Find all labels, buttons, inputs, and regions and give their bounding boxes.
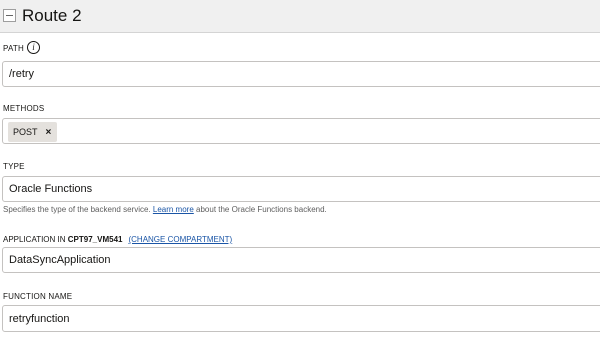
route-header: Route 2 (0, 0, 600, 33)
close-icon[interactable]: × (46, 127, 52, 138)
methods-label: METHODS (3, 104, 45, 113)
path-input-value: /retry (9, 68, 35, 80)
methods-multiselect[interactable]: POST × (2, 118, 600, 144)
route-title: Route 2 (22, 6, 82, 25)
function-name-select[interactable]: retryfunction (2, 305, 600, 332)
help-suffix: about the Oracle Functions backend. (193, 205, 327, 214)
learn-more-link[interactable]: Learn more (153, 205, 194, 214)
function-name-value: retryfunction (9, 313, 70, 325)
change-compartment-link[interactable]: (CHANGE COMPARTMENT) (128, 235, 232, 244)
path-input[interactable]: /retry (2, 61, 600, 87)
help-prefix: Specifies the type of the backend servic… (3, 205, 153, 214)
application-select[interactable]: DataSyncApplication (2, 247, 600, 273)
application-label: APPLICATION IN CPT97_VM541 (CHANGE COMPAR… (3, 235, 232, 244)
method-tag-post: POST × (8, 122, 58, 142)
minus-icon-bar (6, 15, 13, 16)
path-label: PATH (3, 44, 24, 53)
type-label: TYPE (3, 162, 25, 171)
type-select-value: Oracle Functions (9, 183, 93, 195)
application-label-prefix: APPLICATION IN (3, 235, 68, 244)
compartment-name: CPT97_VM541 (67, 235, 123, 244)
info-icon[interactable]: i (27, 41, 40, 54)
collapse-minus-icon[interactable] (3, 9, 16, 22)
function-name-label: FUNCTION NAME (3, 292, 73, 301)
application-select-value: DataSyncApplication (9, 254, 111, 266)
method-tag-label: POST (13, 127, 38, 137)
type-help-text: Specifies the type of the backend servic… (3, 205, 327, 214)
type-select[interactable]: Oracle Functions (2, 176, 600, 202)
